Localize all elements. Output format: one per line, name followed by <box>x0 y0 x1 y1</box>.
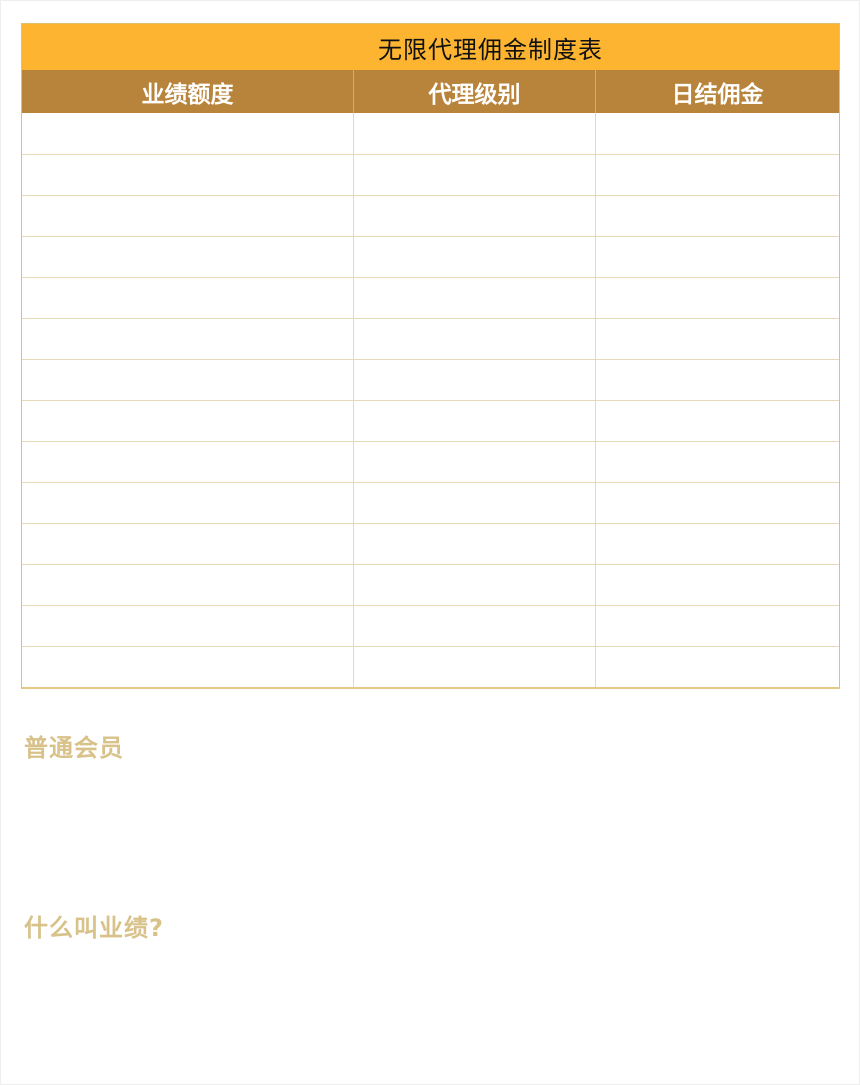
table-cell <box>354 606 596 646</box>
table-cell <box>596 401 839 441</box>
table-cell <box>22 483 354 523</box>
column-header-daily-commission: 日结佣金 <box>671 81 764 108</box>
table-cell <box>354 524 596 564</box>
table-cell <box>354 319 596 359</box>
table-cell <box>22 237 354 277</box>
table-cell <box>596 606 839 646</box>
table-cell <box>596 442 839 482</box>
table-cell <box>596 155 839 195</box>
table-cell <box>22 565 354 605</box>
table-cell <box>22 360 354 400</box>
table-cell <box>354 278 596 318</box>
table-cell <box>596 647 839 687</box>
table-cell <box>354 647 596 687</box>
table-row <box>22 154 839 195</box>
table-cell <box>354 401 596 441</box>
table-cell <box>22 524 354 564</box>
table-cell <box>22 196 354 236</box>
table-cell <box>354 155 596 195</box>
table-row <box>22 359 839 400</box>
table-row <box>22 113 839 154</box>
table-cell <box>22 319 354 359</box>
table-cell <box>22 113 354 154</box>
column-header-agent-level: 代理级别 <box>354 70 596 113</box>
table-cell <box>22 606 354 646</box>
table-cell <box>354 196 596 236</box>
table-row <box>22 277 839 318</box>
table-cell <box>22 278 354 318</box>
table-cell <box>354 360 596 400</box>
table-cell <box>22 442 354 482</box>
table-cell <box>596 113 839 154</box>
table-row <box>22 564 839 605</box>
table-row <box>22 195 839 236</box>
table-row <box>22 605 839 646</box>
table-cell <box>354 442 596 482</box>
table-row <box>22 646 839 687</box>
table-row <box>22 318 839 359</box>
table-cell <box>22 647 354 687</box>
table-cell <box>596 278 839 318</box>
table-header-row: 业绩额度 代理级别 日结佣金 <box>22 70 839 113</box>
regular-member-heading: 普通会员 <box>24 734 124 762</box>
table-row <box>22 441 839 482</box>
table-cell <box>596 237 839 277</box>
table-body <box>22 113 839 687</box>
commission-table: 无限代理佣金制度表 业绩额度 代理级别 日结佣金 <box>21 23 840 689</box>
table-cell <box>354 113 596 154</box>
table-row <box>22 236 839 277</box>
table-cell <box>596 524 839 564</box>
column-header-performance-amount: 业绩额度 <box>22 70 354 113</box>
table-row <box>22 482 839 523</box>
table-cell <box>596 483 839 523</box>
table-cell <box>22 401 354 441</box>
table-cell <box>596 319 839 359</box>
table-row <box>22 523 839 564</box>
table-cell <box>354 483 596 523</box>
table-title: 无限代理佣金制度表 <box>22 24 839 70</box>
table-cell <box>22 155 354 195</box>
table-cell <box>354 237 596 277</box>
what-is-performance-heading: 什么叫业绩? <box>24 914 164 942</box>
table-row <box>22 400 839 441</box>
table-cell <box>596 565 839 605</box>
table-cell <box>596 196 839 236</box>
table-cell <box>596 360 839 400</box>
table-cell <box>354 565 596 605</box>
